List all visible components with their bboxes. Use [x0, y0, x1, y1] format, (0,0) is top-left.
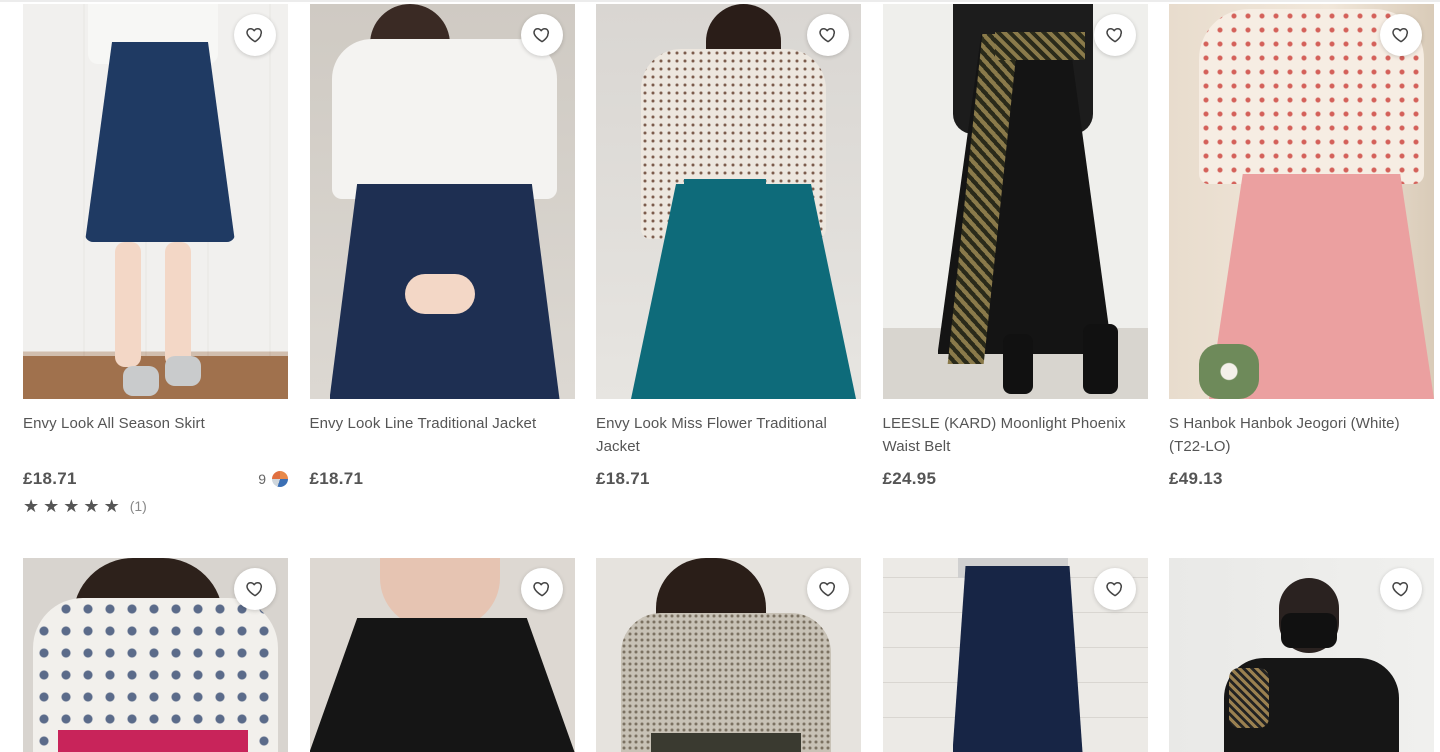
- product-image[interactable]: [309, 4, 575, 399]
- heart-icon: [246, 582, 263, 597]
- product-card[interactable]: Envy Look Miss Flower Traditional Jacket…: [596, 4, 861, 558]
- product-name[interactable]: Envy Look Miss Flower Traditional Jacket: [596, 412, 861, 458]
- product-name[interactable]: Envy Look Line Traditional Jacket: [310, 412, 575, 458]
- color-count: 9: [258, 471, 266, 487]
- heart-icon: [819, 582, 836, 597]
- product-price: £18.71: [309, 469, 364, 488]
- wishlist-button[interactable]: [520, 14, 563, 56]
- wishlist-button[interactable]: [1093, 568, 1136, 610]
- wishlist-button[interactable]: [234, 14, 276, 56]
- product-price: £18.71: [23, 469, 77, 488]
- star-icon: ★: [23, 496, 40, 516]
- product-rating[interactable]: ★ ★ ★ ★ ★ (1): [23, 497, 288, 515]
- wishlist-button[interactable]: [1380, 14, 1422, 56]
- heart-icon: [1105, 28, 1122, 43]
- product-card[interactable]: [882, 558, 1148, 752]
- wishlist-button[interactable]: [1380, 568, 1422, 610]
- product-name[interactable]: Envy Look All Season Skirt: [23, 412, 288, 458]
- color-options[interactable]: 9: [258, 471, 288, 487]
- product-image[interactable]: [882, 4, 1148, 399]
- product-grid-row-2: [23, 558, 1434, 752]
- product-card[interactable]: [596, 558, 861, 752]
- heart-icon: [1105, 582, 1122, 597]
- star-icon: ★: [63, 496, 80, 516]
- star-icon: ★: [103, 496, 120, 516]
- wishlist-button[interactable]: [807, 568, 849, 610]
- product-card[interactable]: Envy Look Line Traditional Jacket £18.71: [309, 4, 575, 558]
- heart-icon: [1392, 28, 1409, 43]
- product-card[interactable]: S Hanbok Hanbok Jeogori (White) (T22-LO)…: [1169, 4, 1434, 558]
- product-price: £49.13: [1169, 469, 1223, 488]
- wishlist-button[interactable]: [807, 14, 849, 56]
- wishlist-button[interactable]: [234, 568, 276, 610]
- star-icon: ★: [43, 496, 60, 516]
- product-card[interactable]: [1169, 558, 1434, 752]
- heart-icon: [246, 28, 263, 43]
- product-image[interactable]: [23, 4, 288, 399]
- color-swatch-icon: [272, 471, 288, 487]
- product-name[interactable]: LEESLE (KARD) Moonlight Phoenix Waist Be…: [883, 412, 1148, 458]
- rating-count: (1): [129, 498, 147, 514]
- product-card[interactable]: [309, 558, 575, 752]
- heart-icon: [532, 582, 549, 597]
- product-card[interactable]: [23, 558, 288, 752]
- product-image[interactable]: [1169, 4, 1434, 399]
- heart-icon: [1392, 582, 1409, 597]
- product-price: £18.71: [596, 469, 650, 488]
- product-card[interactable]: Envy Look All Season Skirt £18.71 9 ★ ★ …: [23, 4, 288, 558]
- top-divider: [0, 0, 1440, 2]
- product-name[interactable]: S Hanbok Hanbok Jeogori (White) (T22-LO): [1169, 412, 1434, 458]
- product-image[interactable]: [596, 4, 861, 399]
- star-icon: ★: [83, 496, 100, 516]
- wishlist-button[interactable]: [1093, 14, 1136, 56]
- product-grid-row-1: Envy Look All Season Skirt £18.71 9 ★ ★ …: [23, 4, 1434, 558]
- product-price: £24.95: [882, 469, 937, 488]
- heart-icon: [532, 28, 549, 43]
- product-card[interactable]: LEESLE (KARD) Moonlight Phoenix Waist Be…: [882, 4, 1148, 558]
- wishlist-button[interactable]: [520, 568, 563, 610]
- heart-icon: [819, 28, 836, 43]
